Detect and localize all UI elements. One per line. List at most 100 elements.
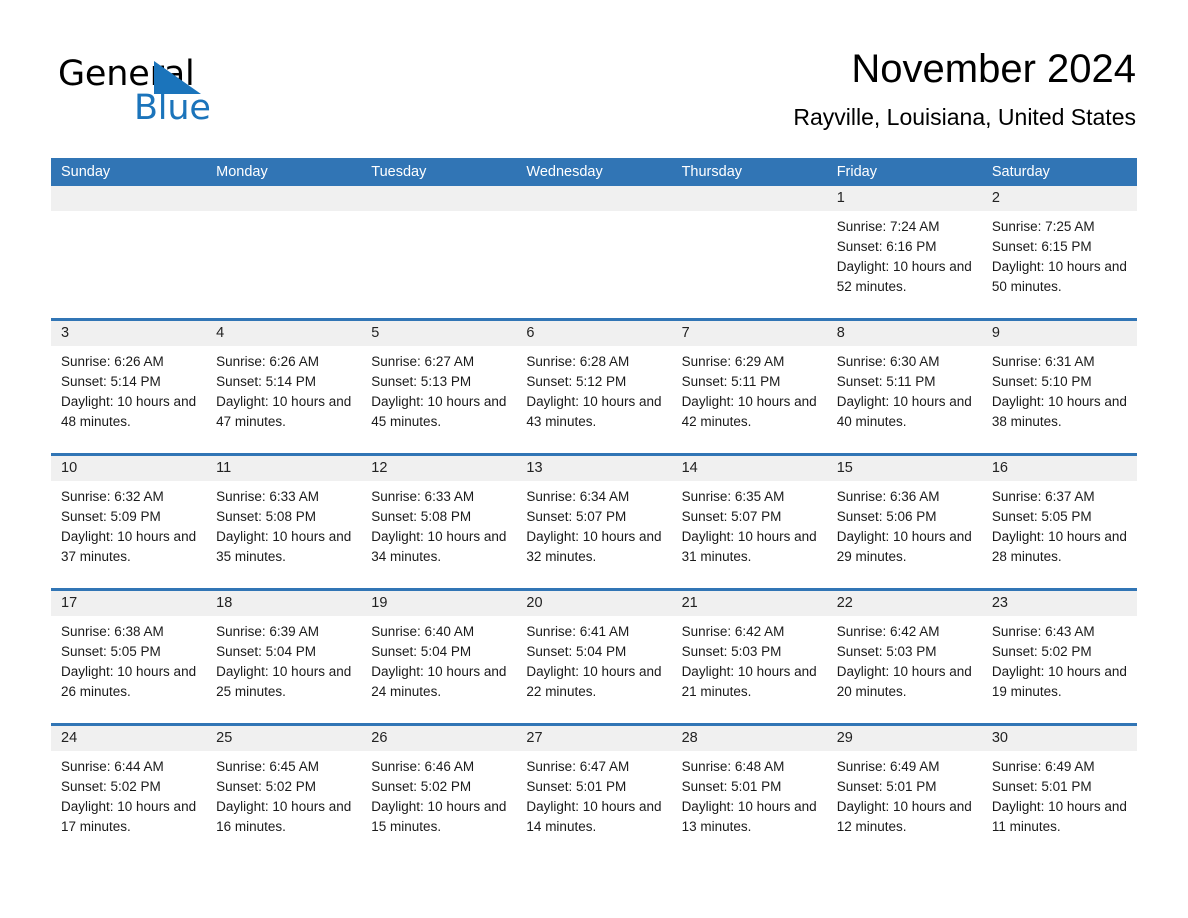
- day-details: Sunrise: 7:25 AM Sunset: 6:15 PM Daylight:…: [982, 211, 1137, 297]
- sunset-text: Sunset: 5:04 PM: [216, 644, 316, 659]
- sunrise-text: Sunrise: 6:39 AM: [216, 624, 319, 639]
- calendar-day-cell[interactable]: 22 Sunrise: 6:42 AM Sunset: 5:03 PM Dayligh…: [826, 591, 982, 723]
- calendar-day-cell[interactable]: 7 Sunrise: 6:29 AM Sunset: 5:11 PM Daylight…: [671, 321, 827, 453]
- daylight-text: Daylight: 10 hours and 52 minutes.: [836, 259, 972, 294]
- calendar-day-cell[interactable]: 8 Sunrise: 6:30 AM Sunset: 5:11 PM Daylight…: [826, 321, 982, 453]
- calendar-day-cell[interactable]: 20 Sunrise: 6:41 AM Sunset: 5:04 PM Dayligh…: [516, 591, 672, 723]
- weekday-header-row: Sunday Monday Tuesday Wednesday Thursday…: [51, 158, 1137, 186]
- calendar-day-cell[interactable]: 23 Sunrise: 6:43 AM Sunset: 5:02 PM Dayligh…: [981, 591, 1137, 723]
- calendar-day-cell[interactable]: 18 Sunrise: 6:39 AM Sunset: 5:04 PM Dayligh…: [206, 591, 362, 723]
- day-number: 24: [51, 726, 207, 751]
- daylight-text: Daylight: 10 hours and 19 minutes.: [991, 664, 1127, 699]
- day-number: 17: [51, 591, 207, 616]
- weekday-header-tuesday: Tuesday: [371, 164, 427, 180]
- calendar-day-cell[interactable]: 11 Sunrise: 6:33 AM Sunset: 5:08 PM Dayligh…: [206, 456, 362, 588]
- daylight-text: Daylight: 10 hours and 20 minutes.: [836, 664, 972, 699]
- sunset-text: Sunset: 5:01 PM: [526, 779, 627, 794]
- calendar-day-cell[interactable]: 10 Sunrise: 6:32 AM Sunset: 5:09 PM Dayligh…: [51, 456, 207, 588]
- day-number: 10: [51, 456, 207, 481]
- daylight-text: Daylight: 10 hours and 21 minutes.: [681, 664, 817, 699]
- day-details: Sunrise: 6:36 AM Sunset: 5:06 PM Daylight:…: [827, 481, 982, 567]
- sunrise-text: Sunrise: 6:40 AM: [371, 624, 475, 639]
- calendar-day-cell[interactable]: 19 Sunrise: 6:40 AM Sunset: 5:04 PM Dayligh…: [361, 591, 517, 723]
- day-details: Sunrise: 6:37 AM Sunset: 5:05 PM Daylight:…: [982, 481, 1137, 567]
- daylight-text: Daylight: 10 hours and 17 minutes.: [61, 799, 197, 834]
- sunset-text: Sunset: 5:06 PM: [836, 509, 937, 524]
- daylight-text: Daylight: 10 hours and 11 minutes.: [991, 799, 1127, 834]
- weekday-header-thursday: Thursday: [681, 164, 743, 180]
- daylight-text: Daylight: 10 hours and 16 minutes.: [216, 799, 352, 834]
- calendar-day-cell[interactable]: 14 Sunrise: 6:35 AM Sunset: 5:07 PM Dayligh…: [671, 456, 827, 588]
- sunrise-text: Sunrise: 6:43 AM: [991, 624, 1095, 639]
- sunset-text: Sunset: 5:02 PM: [371, 779, 472, 794]
- day-details: Sunrise: 6:41 AM Sunset: 5:04 PM Daylight:…: [516, 616, 671, 702]
- sunrise-text: Sunrise: 6:26 AM: [216, 354, 319, 369]
- day-number: [51, 186, 207, 211]
- sunrise-text: Sunrise: 6:29 AM: [681, 354, 785, 369]
- sunset-text: Sunset: 5:03 PM: [836, 644, 937, 659]
- weekday-header-sunday: Sunday: [61, 164, 111, 180]
- calendar-day-cell[interactable]: 2 Sunrise: 7:25 AM Sunset: 6:15 PM Daylight…: [981, 186, 1137, 318]
- day-number: 30: [981, 726, 1137, 751]
- sunrise-text: Sunrise: 6:41 AM: [526, 624, 630, 639]
- sunrise-text: Sunrise: 6:26 AM: [61, 354, 164, 369]
- calendar-day-cell[interactable]: 16 Sunrise: 6:37 AM Sunset: 5:05 PM Dayligh…: [981, 456, 1137, 588]
- calendar-day-cell[interactable]: 9 Sunrise: 6:31 AM Sunset: 5:10 PM Daylight…: [981, 321, 1137, 453]
- calendar-day-cell[interactable]: 28 Sunrise: 6:48 AM Sunset: 5:01 PM Dayligh…: [671, 726, 827, 858]
- calendar-day-cell[interactable]: 24 Sunrise: 6:44 AM Sunset: 5:02 PM Dayligh…: [51, 726, 207, 858]
- day-number: [671, 186, 827, 211]
- daylight-text: Daylight: 10 hours and 25 minutes.: [216, 664, 352, 699]
- daylight-text: Daylight: 10 hours and 32 minutes.: [526, 529, 662, 564]
- calendar-day-cell[interactable]: 1 Sunrise: 7:24 AM Sunset: 6:16 PM Daylight…: [826, 186, 982, 318]
- sunrise-text: Sunrise: 6:34 AM: [526, 489, 630, 504]
- calendar-day-cell-empty: [671, 186, 827, 318]
- calendar-day-cell[interactable]: 21 Sunrise: 6:42 AM Sunset: 5:03 PM Dayligh…: [671, 591, 827, 723]
- general-blue-logo[interactable]: General Blue: [58, 54, 318, 130]
- daylight-text: Daylight: 10 hours and 14 minutes.: [526, 799, 662, 834]
- day-number: 2: [981, 186, 1137, 211]
- daylight-text: Daylight: 10 hours and 42 minutes.: [681, 394, 817, 429]
- calendar-week-row: 3 Sunrise: 6:26 AM Sunset: 5:14 PM Daylight…: [51, 318, 1137, 453]
- daylight-text: Daylight: 10 hours and 24 minutes.: [371, 664, 507, 699]
- calendar-day-cell[interactable]: 4 Sunrise: 6:26 AM Sunset: 5:14 PM Daylight…: [206, 321, 362, 453]
- sunrise-text: Sunrise: 6:30 AM: [836, 354, 940, 369]
- sunrise-text: Sunrise: 6:46 AM: [371, 759, 475, 774]
- day-details: Sunrise: 6:33 AM Sunset: 5:08 PM Daylight:…: [206, 481, 361, 567]
- day-number: 25: [206, 726, 362, 751]
- calendar-day-cell[interactable]: 3 Sunrise: 6:26 AM Sunset: 5:14 PM Daylight…: [51, 321, 207, 453]
- calendar-day-cell[interactable]: 12 Sunrise: 6:33 AM Sunset: 5:08 PM Dayligh…: [361, 456, 517, 588]
- sunset-text: Sunset: 5:14 PM: [216, 374, 316, 389]
- calendar-day-cell[interactable]: 26 Sunrise: 6:46 AM Sunset: 5:02 PM Dayligh…: [361, 726, 517, 858]
- calendar-week-row: 24 Sunrise: 6:44 AM Sunset: 5:02 PM Dayligh…: [51, 723, 1137, 858]
- sunset-text: Sunset: 5:07 PM: [526, 509, 627, 524]
- sunrise-text: Sunrise: 6:37 AM: [991, 489, 1095, 504]
- calendar-day-cell[interactable]: 13 Sunrise: 6:34 AM Sunset: 5:07 PM Dayligh…: [516, 456, 672, 588]
- calendar-day-cell[interactable]: 29 Sunrise: 6:49 AM Sunset: 5:01 PM Dayligh…: [826, 726, 982, 858]
- calendar-day-cell[interactable]: 17 Sunrise: 6:38 AM Sunset: 5:05 PM Dayligh…: [51, 591, 207, 723]
- day-number: 9: [981, 321, 1137, 346]
- daylight-text: Daylight: 10 hours and 31 minutes.: [681, 529, 817, 564]
- page-header: General Blue November 2024 Rayville, Lou…: [0, 0, 1188, 158]
- sunset-text: Sunset: 5:12 PM: [526, 374, 627, 389]
- sunset-text: Sunset: 5:07 PM: [681, 509, 782, 524]
- sunset-text: Sunset: 5:13 PM: [371, 374, 472, 389]
- calendar-day-cell[interactable]: 25 Sunrise: 6:45 AM Sunset: 5:02 PM Dayligh…: [206, 726, 362, 858]
- title-block: November 2024 Rayville, Louisiana, Unite…: [793, 44, 1136, 131]
- calendar-week-row: 17 Sunrise: 6:38 AM Sunset: 5:05 PM Dayligh…: [51, 588, 1137, 723]
- calendar-day-cell[interactable]: 5 Sunrise: 6:27 AM Sunset: 5:13 PM Daylight…: [361, 321, 517, 453]
- day-number: 29: [826, 726, 982, 751]
- calendar-day-cell[interactable]: 30 Sunrise: 6:49 AM Sunset: 5:01 PM Dayligh…: [981, 726, 1137, 858]
- sunset-text: Sunset: 5:11 PM: [836, 374, 936, 389]
- sunset-text: Sunset: 5:08 PM: [216, 509, 316, 524]
- day-number: 5: [361, 321, 517, 346]
- sunrise-text: Sunrise: 6:28 AM: [526, 354, 630, 369]
- sunset-text: Sunset: 5:04 PM: [526, 644, 627, 659]
- sunrise-text: Sunrise: 7:25 AM: [991, 219, 1095, 234]
- sunrise-text: Sunrise: 6:32 AM: [61, 489, 164, 504]
- calendar-day-cell[interactable]: 6 Sunrise: 6:28 AM Sunset: 5:12 PM Daylight…: [516, 321, 672, 453]
- day-number: 8: [826, 321, 982, 346]
- calendar-day-cell[interactable]: 27 Sunrise: 6:47 AM Sunset: 5:01 PM Dayligh…: [516, 726, 672, 858]
- day-details: Sunrise: 6:34 AM Sunset: 5:07 PM Daylight:…: [516, 481, 671, 567]
- calendar-day-cell[interactable]: 15 Sunrise: 6:36 AM Sunset: 5:06 PM Dayligh…: [826, 456, 982, 588]
- day-details: Sunrise: 6:35 AM Sunset: 5:07 PM Daylight:…: [672, 481, 827, 567]
